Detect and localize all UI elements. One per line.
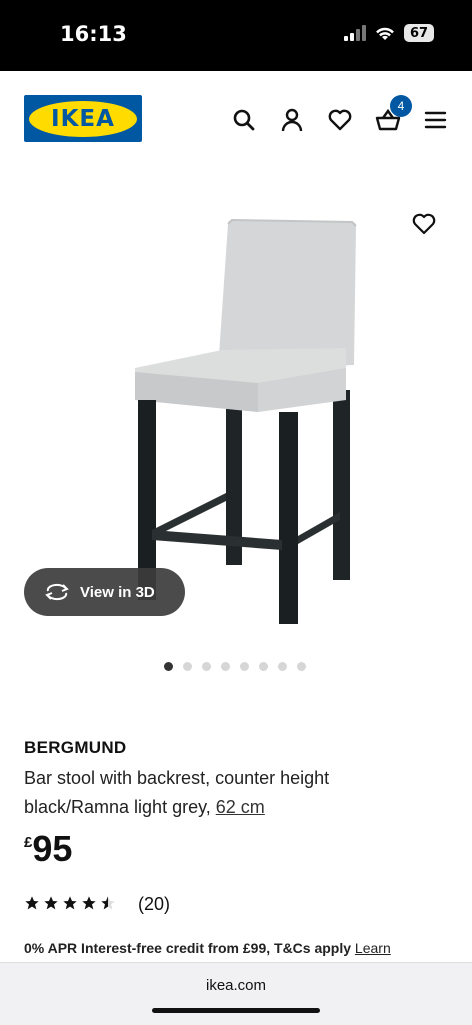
credit-text: 0% APR Interest-free credit from £99, T&… [24, 940, 355, 956]
home-indicator[interactable] [152, 1008, 320, 1013]
carousel-dot[interactable] [297, 662, 306, 671]
signal-icon [344, 25, 366, 41]
credit-info: 0% APR Interest-free credit from £99, T&… [24, 940, 391, 956]
status-time: 16:13 [60, 22, 127, 46]
carousel-dot[interactable] [164, 662, 173, 671]
logo-text: IKEA [51, 105, 115, 132]
product-variant: black/Ramna light grey, 62 cm [24, 797, 265, 818]
half-star-icon [101, 896, 115, 910]
image-carousel-dots [164, 662, 306, 671]
save-to-wishlist-icon[interactable] [411, 212, 437, 236]
view-in-3d-button[interactable]: View in 3D [24, 568, 185, 616]
product-name: BERGMUND [24, 738, 127, 757]
product-description: Bar stool with backrest, counter height [24, 768, 330, 788]
carousel-dot[interactable] [278, 662, 287, 671]
product-size-link[interactable]: 62 cm [216, 797, 265, 817]
review-count[interactable]: (20) [138, 894, 170, 915]
product-color: black/Ramna light grey, [24, 797, 211, 817]
account-icon[interactable] [279, 107, 305, 133]
carousel-dot[interactable] [240, 662, 249, 671]
basket-count-badge: 4 [390, 95, 412, 117]
rotate-3d-icon [45, 583, 69, 601]
search-icon[interactable] [231, 107, 257, 133]
price-currency: £ [24, 834, 33, 851]
status-indicators: 67 [344, 24, 434, 42]
site-header: IKEA 4 [0, 71, 472, 171]
view-in-3d-label: View in 3D [80, 583, 155, 601]
credit-learn-link[interactable]: Learn [355, 940, 391, 956]
star-icon [25, 896, 39, 910]
menu-icon[interactable] [423, 107, 449, 133]
star-icon [44, 896, 58, 910]
carousel-dot[interactable] [259, 662, 268, 671]
battery-indicator: 67 [404, 24, 434, 42]
product-price: £95 [24, 828, 72, 870]
url-text[interactable]: ikea.com [0, 977, 472, 994]
wifi-icon [376, 27, 394, 40]
logo-oval: IKEA [29, 100, 137, 137]
star-icon [82, 896, 96, 910]
carousel-dot[interactable] [183, 662, 192, 671]
rating-stars[interactable] [24, 895, 116, 911]
wishlist-icon[interactable] [327, 107, 353, 133]
carousel-dot[interactable] [221, 662, 230, 671]
ikea-logo[interactable]: IKEA [24, 95, 142, 142]
carousel-dot[interactable] [202, 662, 211, 671]
browser-address-bar: ikea.com [0, 962, 472, 1025]
price-value: 95 [32, 828, 73, 869]
star-icon [63, 896, 77, 910]
status-bar: 16:13 67 [0, 0, 472, 71]
